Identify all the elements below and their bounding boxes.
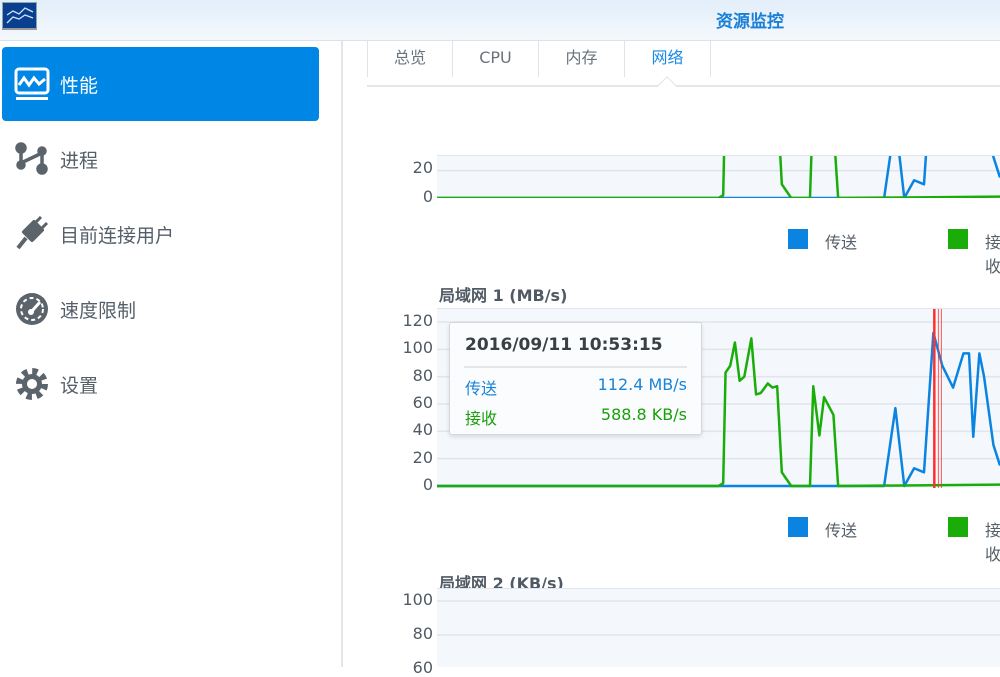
sidebar-item-label: 性能 [60,71,98,98]
y-tick-label: 100 [393,338,433,357]
window-header: 资源监控 [0,0,1000,41]
lan2-chart[interactable] [437,588,1000,667]
network-total-chart [437,155,1000,198]
sidebar-item-performance[interactable]: 性能 [2,47,319,121]
chart-canvas [437,589,1000,667]
y-tick-label: 20 [393,448,433,467]
tab-network[interactable]: 网络 [625,41,711,77]
legend-send-swatch [788,517,808,537]
sidebar-item-label: 目前连接用户 [60,221,174,248]
sidebar-item-connected-users[interactable]: 目前连接用户 [2,197,319,271]
sidebar-item-process[interactable]: 进程 [2,122,319,196]
sidebar-item-settings[interactable]: 设置 [2,347,319,421]
legend-receive-label: 接收 [985,229,1000,277]
legend-receive-swatch [948,517,968,537]
tooltip-receive-value: 588.8 KB/s [601,405,687,424]
sidebar-item-label: 进程 [60,146,98,173]
speedometer-icon [14,291,50,327]
y-tick-label: 20 [393,158,433,177]
tooltip-receive-label: 接收 [465,405,497,429]
legend-receive-label: 接收 [985,517,1000,565]
sidebar-item-speed-limit[interactable]: 速度限制 [2,272,319,346]
performance-chart-icon [2,2,37,30]
plug-icon [14,216,50,252]
y-tick-label: 60 [393,393,433,412]
sidebar: 性能 进程 目前连接用户 速度限制 设置 [0,41,343,667]
legend-receive-swatch [948,229,968,249]
sidebar-item-label: 设置 [60,371,98,398]
tooltip-time: 2016/09/11 10:53:15 [465,335,663,355]
chart-canvas [437,156,1000,198]
legend-send-label: 传送 [825,229,857,253]
y-tick-label: 100 [393,590,433,609]
performance-icon [14,66,50,102]
y-tick-label: 80 [393,624,433,643]
y-tick-label: 120 [393,311,433,330]
chart-title: 局域网 1 (MB/s) [439,282,567,306]
y-tick-label: 80 [393,366,433,385]
y-tick-label: 60 [393,658,433,677]
legend-send-swatch [788,229,808,249]
tooltip-divider [464,366,687,368]
tab-cpu[interactable]: CPU [453,41,539,77]
y-tick-label: 0 [393,187,433,206]
process-icon [14,141,50,177]
receive-series-line [437,156,1000,198]
chart-tooltip: 2016/09/11 10:53:15 传送 112.4 MB/s 接收 588… [449,322,702,435]
y-tick-label: 40 [393,420,433,439]
legend-send-label: 传送 [825,517,857,541]
sidebar-item-label: 速度限制 [60,296,136,323]
y-tick-label: 0 [393,475,433,494]
window-title: 资源监控 [650,7,850,32]
tab-memory[interactable]: 内存 [539,41,625,77]
tooltip-send-label: 传送 [465,375,497,399]
tooltip-send-value: 112.4 MB/s [598,375,687,394]
tab-overview[interactable]: 总览 [367,41,453,77]
tab-bar: 总览 CPU 内存 网络 [367,41,1000,87]
send-series-line [437,156,1000,198]
gear-icon [14,366,50,402]
